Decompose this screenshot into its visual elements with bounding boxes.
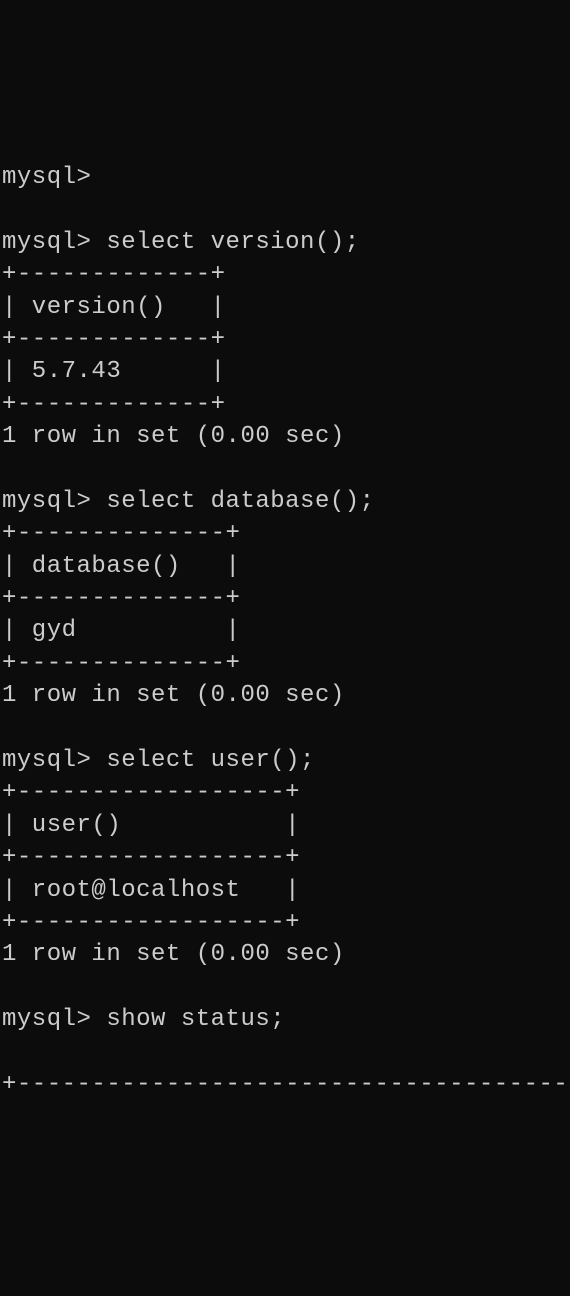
command-text: show status; [106, 1006, 285, 1033]
last-command-line: mysql> show status; [2, 1004, 568, 1036]
partial-line: mysql> [2, 162, 568, 194]
query-block-0: mysql> select version(); +-------------+… [2, 227, 568, 454]
query-block-2: mysql> select user(); +-----------------… [2, 745, 568, 972]
partial-border: +---------------------------------------… [2, 1069, 568, 1101]
terminal-output: mysql> mysql> select version(); +-------… [0, 130, 570, 1134]
query-block-1: mysql> select database(); +-------------… [2, 486, 568, 713]
